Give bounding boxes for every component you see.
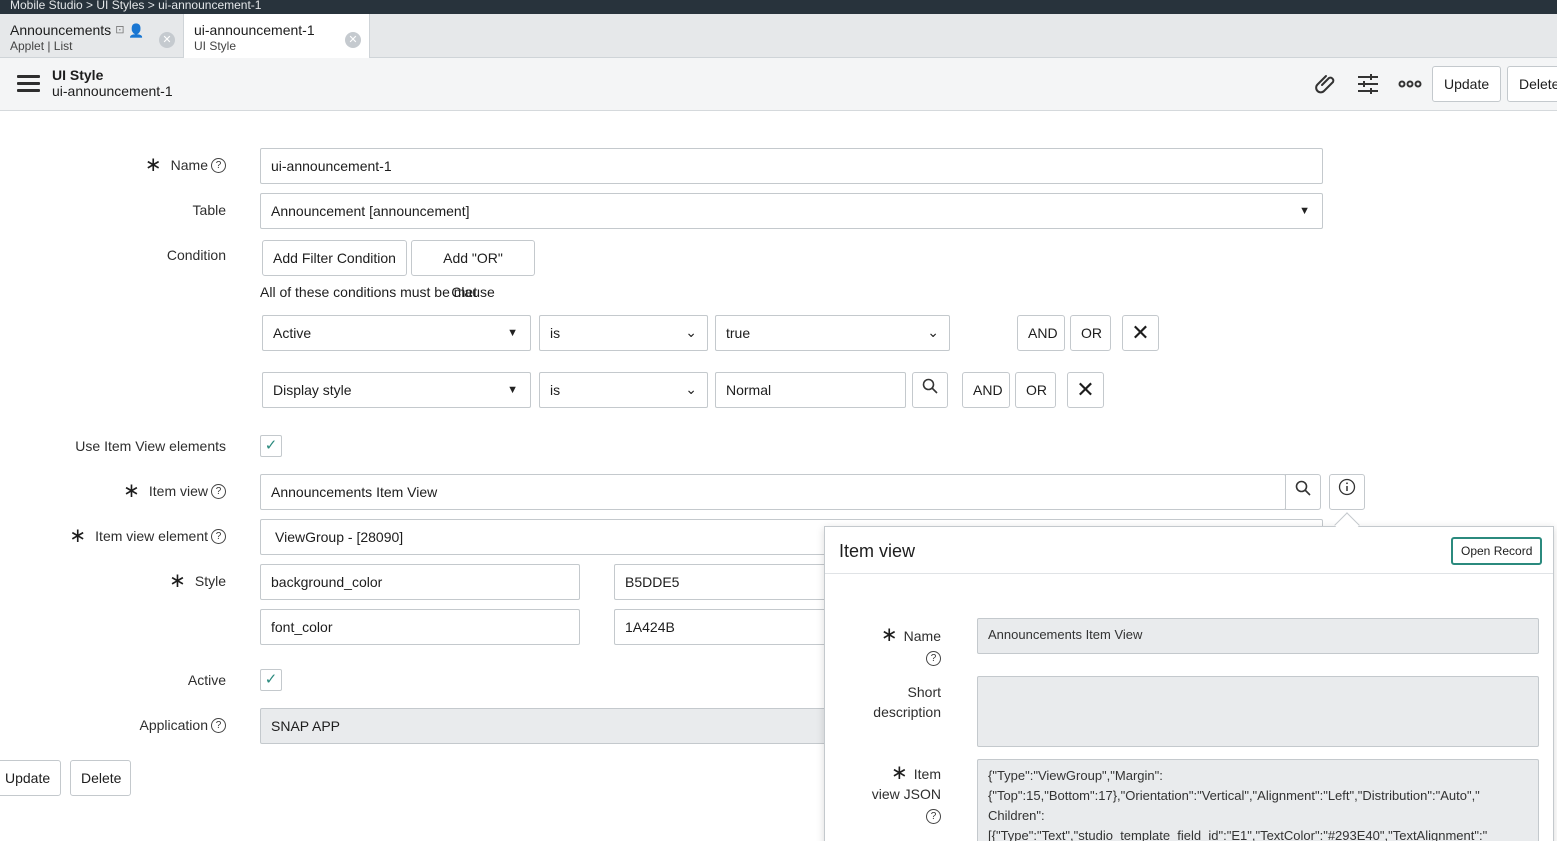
caret-down-icon: ▼ (507, 327, 518, 339)
help-icon[interactable]: ? (211, 483, 226, 499)
popover-short-description-label: Short description (873, 684, 941, 720)
required-icon: ∗ (880, 624, 898, 646)
pin-icon: ⊡ (115, 24, 125, 36)
application-label: Application? (140, 717, 226, 733)
required-icon: ∗ (123, 480, 140, 502)
and-button[interactable]: AND (962, 372, 1010, 408)
remove-condition-icon[interactable]: ✕ (1067, 372, 1104, 408)
json-line: {"Type":"ViewGroup","Margin": (988, 768, 1163, 783)
condition-value-select[interactable]: true ⌄ (715, 315, 950, 351)
caret-down-icon: ▼ (507, 384, 518, 396)
item-view-element-label: ∗ Item view element? (69, 525, 226, 547)
condition-field-value: Active (273, 325, 312, 341)
item-view-popover: Item view Open Record ∗ Name ? Announceme… (824, 526, 1554, 841)
tab-announcements[interactable]: Announcements ⊡ 👤 Applet | List ✕ (0, 14, 183, 58)
name-label: ∗ Name? (144, 154, 226, 176)
user-icon: 👤 (128, 23, 145, 38)
table-select[interactable]: Announcement [announcement] ▼ (260, 193, 1323, 229)
help-icon[interactable]: ? (926, 651, 941, 666)
record-title: UI Style ui-announcement-1 (52, 67, 173, 99)
popover-item-view-json-label: ∗ Item view JSON ? (871, 762, 941, 824)
form-header: UI Style ui-announcement-1 Update Delete (0, 58, 1557, 111)
settings-sliders-icon[interactable] (1355, 72, 1381, 98)
update-button[interactable]: Update (0, 760, 61, 796)
required-icon: ∗ (169, 570, 186, 592)
required-icon: ∗ (69, 525, 87, 547)
popover-name-label: ∗ Name ? (880, 624, 941, 666)
tab-subtitle: UI Style (194, 39, 237, 53)
or-button[interactable]: OR (1015, 372, 1056, 408)
conditions-text: All of these conditions must be met (260, 284, 478, 300)
name-field[interactable]: ui-announcement-1 (260, 148, 1323, 184)
popover-short-description-field (977, 676, 1539, 747)
tab-ui-announcement-1[interactable]: ui-announcement-1 UI Style ✕ (183, 14, 370, 59)
json-line: [{"Type":"Text","studio_template_field_i… (988, 828, 1488, 841)
condition-field-select[interactable]: Display style ▼ (262, 372, 531, 408)
json-line: {"Top":15,"Bottom":17},"Orientation":"Ve… (988, 788, 1480, 803)
paperclip-icon[interactable] (1313, 72, 1339, 98)
condition-label: Condition (166, 247, 226, 263)
condition-operator-value: is (550, 382, 561, 398)
add-or-clause-button[interactable]: Add "OR" Clause (411, 240, 535, 300)
tab-title: Announcements (10, 22, 112, 38)
delete-button[interactable]: Delete (70, 760, 131, 796)
json-line: Children": (988, 808, 1045, 823)
tab-strip: Announcements ⊡ 👤 Applet | List ✕ ui-annou… (0, 14, 1557, 59)
info-icon[interactable] (1329, 474, 1365, 510)
style-key-input[interactable]: background_color (260, 564, 580, 600)
update-button[interactable]: Update (1432, 66, 1502, 102)
chevron-down-icon: ⌄ (685, 381, 697, 397)
close-icon[interactable]: ✕ (345, 32, 361, 48)
tab-title: ui-announcement-1 (194, 22, 315, 38)
record-name: ui-announcement-1 (52, 83, 173, 99)
open-record-button[interactable]: Open Record (1451, 537, 1543, 565)
condition-value-input[interactable]: Normal (715, 372, 906, 408)
use-item-view-label: Use Item View elements (75, 438, 226, 454)
close-icon[interactable]: ✕ (159, 32, 175, 48)
and-button[interactable]: AND (1017, 315, 1065, 351)
remove-condition-icon[interactable]: ✕ (1122, 315, 1159, 351)
help-icon[interactable]: ? (211, 528, 226, 544)
condition-operator-select[interactable]: is ⌄ (539, 372, 708, 408)
or-button[interactable]: OR (1070, 315, 1111, 351)
active-checkbox[interactable]: ✓ (260, 669, 282, 691)
help-icon[interactable]: ? (926, 809, 941, 824)
caret-down-icon: ▼ (1299, 205, 1310, 217)
condition-operator-value: is (550, 325, 561, 341)
popover-name-field: Announcements Item View (977, 618, 1539, 654)
condition-field-select[interactable]: Active ▼ (262, 315, 531, 351)
item-view-field[interactable]: Announcements Item View (260, 474, 1286, 510)
condition-field-value: Display style (273, 382, 352, 398)
condition-operator-select[interactable]: is ⌄ (539, 315, 708, 351)
tab-subtitle: Applet | List (10, 39, 73, 53)
use-item-view-checkbox[interactable]: ✓ (260, 435, 282, 457)
breadcrumb: Mobile Studio > UI Styles > ui-announcem… (0, 0, 1557, 14)
delete-button[interactable]: Delete (1507, 66, 1557, 102)
chevron-down-icon: ⌄ (685, 324, 697, 340)
more-icon[interactable] (1397, 72, 1423, 98)
condition-value: true (726, 325, 751, 341)
help-icon[interactable]: ? (211, 157, 226, 173)
style-label: ∗ Style (169, 570, 226, 592)
divider (825, 573, 1553, 574)
required-icon: ∗ (144, 154, 162, 176)
help-icon[interactable]: ? (211, 717, 226, 733)
table-label: Table (192, 202, 226, 218)
style-key-input[interactable]: font_color (260, 609, 580, 645)
record-type: UI Style (52, 67, 104, 83)
add-filter-condition-button[interactable]: Add Filter Condition (262, 240, 407, 276)
menu-icon[interactable] (17, 75, 40, 93)
item-view-label: ∗ Item view? (123, 480, 226, 502)
search-icon[interactable] (1285, 474, 1321, 510)
popover-item-view-json-field: {"Type":"ViewGroup","Margin": {"Top":15,… (977, 759, 1539, 841)
popover-title: Item view (839, 541, 916, 561)
table-value: Announcement [announcement] (271, 203, 470, 219)
required-icon: ∗ (891, 762, 908, 784)
search-icon[interactable] (912, 372, 948, 408)
chevron-down-icon: ⌄ (927, 324, 939, 340)
active-label: Active (187, 672, 226, 688)
application-field: SNAP APP (260, 708, 860, 744)
